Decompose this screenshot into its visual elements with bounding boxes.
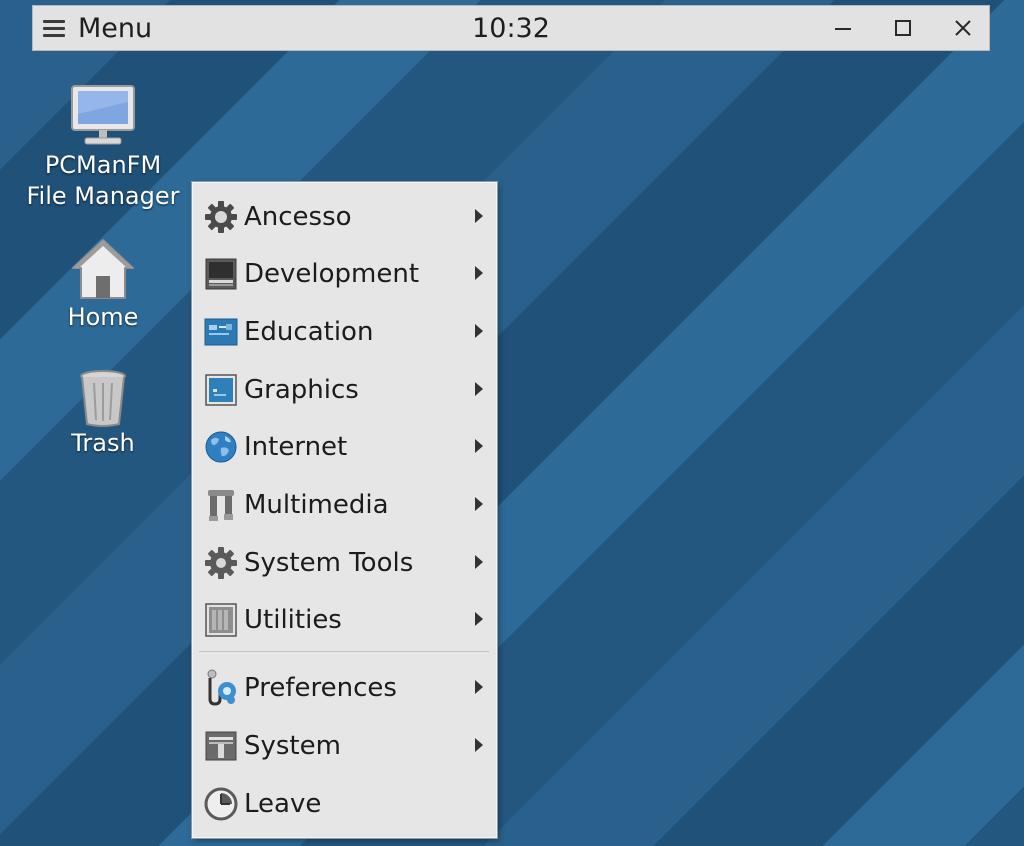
menu-item-label: Utilities — [244, 605, 342, 635]
monitor-icon — [71, 85, 135, 145]
menu-item-graphics[interactable]: Graphics — [199, 365, 489, 415]
multimedia-icon — [203, 487, 239, 523]
menu-item-label: Education — [244, 317, 374, 347]
submenu-arrow-icon — [475, 439, 483, 453]
menu-item-leave[interactable]: Leave — [199, 779, 489, 829]
menu-item-label: System Tools — [244, 548, 414, 578]
menu-item-label: Internet — [244, 432, 348, 462]
maximize-icon — [895, 20, 911, 36]
submenu-arrow-icon — [475, 680, 483, 694]
menu-item-system[interactable]: System — [199, 721, 489, 771]
menu-item-preferences[interactable]: Preferences — [199, 663, 489, 713]
menu-item-system-tools[interactable]: System Tools — [199, 538, 489, 588]
menu-separator — [199, 651, 489, 652]
menu-item-label: Graphics — [244, 375, 359, 405]
utilities-icon — [203, 602, 239, 638]
hamburger-icon — [43, 19, 65, 37]
gear-icon — [203, 545, 239, 581]
submenu-arrow-icon — [475, 738, 483, 752]
menu-item-education[interactable]: Education — [199, 307, 489, 357]
desktop-icon-home[interactable]: Home — [18, 236, 188, 333]
close-icon — [955, 20, 971, 36]
home-icon — [72, 239, 134, 299]
menu-item-label: Multimedia — [244, 490, 389, 520]
graphics-icon — [203, 372, 239, 408]
system-icon — [203, 728, 239, 764]
development-icon — [203, 256, 239, 292]
clock-icon — [203, 786, 239, 822]
gear-icon — [203, 199, 239, 235]
close-button[interactable] — [943, 6, 983, 50]
submenu-arrow-icon — [475, 612, 483, 626]
menu-item-ancesso[interactable]: Ancesso — [199, 192, 489, 242]
submenu-arrow-icon — [475, 324, 483, 338]
submenu-arrow-icon — [475, 497, 483, 511]
menu-item-internet[interactable]: Internet — [199, 422, 489, 472]
submenu-arrow-icon — [475, 382, 483, 396]
menu-item-label: Ancesso — [244, 202, 352, 232]
menu-item-multimedia[interactable]: Multimedia — [199, 480, 489, 530]
menu-label: Menu — [78, 12, 153, 44]
preferences-icon — [203, 669, 239, 706]
trash-icon — [80, 370, 126, 427]
globe-icon — [203, 429, 239, 465]
application-menu: Ancesso Development Education Graphics I… — [192, 182, 497, 838]
desktop-icon-label: Trash — [71, 429, 135, 457]
minimize-icon — [835, 28, 851, 30]
submenu-arrow-icon — [475, 209, 483, 223]
menu-item-label: Development — [244, 259, 420, 289]
desktop-icon-label: PCManFM File Manager — [26, 151, 180, 210]
menu-item-label: Leave — [244, 789, 322, 819]
menu-item-label: System — [244, 731, 341, 761]
desktop-icon-file-manager[interactable]: PCManFM File Manager — [18, 84, 188, 212]
maximize-button[interactable] — [883, 6, 923, 50]
menu-item-development[interactable]: Development — [199, 249, 489, 299]
submenu-arrow-icon — [475, 266, 483, 280]
menu-item-label: Preferences — [244, 673, 397, 703]
top-panel: Menu 10:32 — [32, 5, 990, 51]
minimize-button[interactable] — [823, 6, 863, 50]
menu-button[interactable]: Menu — [43, 6, 152, 50]
education-icon — [203, 314, 239, 350]
submenu-arrow-icon — [475, 555, 483, 569]
desktop-icon-trash[interactable]: Trash — [18, 370, 188, 459]
menu-item-utilities[interactable]: Utilities — [199, 595, 489, 645]
desktop-icon-label: Home — [67, 303, 139, 331]
